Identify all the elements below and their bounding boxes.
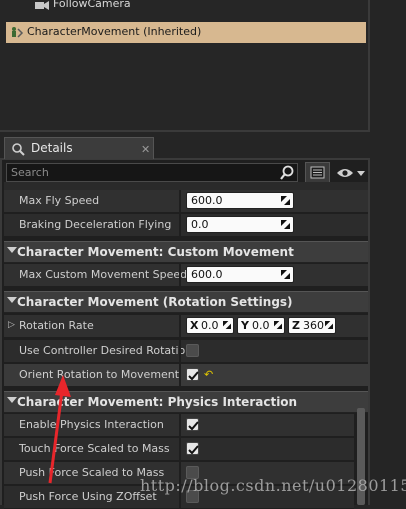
watermark: http://blog.csdn.net/u012801153 — [140, 476, 406, 495]
column-divider — [179, 214, 181, 236]
camera-icon — [34, 0, 50, 10]
details-icon — [11, 142, 25, 159]
expand-arrow-icon[interactable]: ▷ — [8, 320, 15, 330]
property-label: Use Controller Desired Rotation — [19, 344, 193, 357]
property-label: Push Force Using ZOffset — [19, 490, 157, 503]
drag-grip-icon[interactable] — [281, 220, 290, 229]
rotation-rate-z-field[interactable]: Z 360 — [288, 317, 336, 334]
axis-label: X — [190, 319, 199, 332]
column-divider — [179, 315, 181, 337]
search-box — [6, 163, 298, 182]
tab-label: Details — [31, 141, 73, 155]
drag-grip-icon[interactable] — [223, 321, 231, 329]
property-row-use-controller-desired-rotation: Use Controller Desired Rotation — [4, 340, 368, 363]
category-header-cut — [4, 182, 368, 190]
axis-label: Y — [241, 319, 249, 332]
component-label: CharacterMovement (Inherited) — [27, 25, 202, 38]
component-label: FollowCamera — [53, 0, 131, 10]
tab-details[interactable]: Details ✕ — [4, 137, 154, 159]
property-row-braking-deceleration-flying: Braking Deceleration Flying 0.0 — [4, 214, 368, 237]
max-fly-speed-field[interactable]: 600.0 — [186, 192, 294, 209]
visibility-filter-button[interactable] — [335, 164, 367, 182]
category-rotation-settings[interactable]: Character Movement (Rotation Settings) — [4, 291, 368, 313]
category-custom-movement[interactable]: Character Movement: Custom Movement — [4, 241, 368, 263]
field-value: 0.0 — [201, 319, 219, 332]
orient-rotation-to-movement-checkbox[interactable] — [186, 368, 199, 381]
field-value: 360 — [303, 319, 324, 332]
character-movement-icon — [8, 26, 24, 38]
property-label: Max Fly Speed — [19, 194, 100, 207]
search-input[interactable] — [11, 165, 271, 180]
rotation-rate-x-field[interactable]: X 0.0 — [186, 317, 234, 334]
component-character-movement[interactable]: CharacterMovement (Inherited) — [6, 22, 366, 43]
check-icon — [188, 445, 199, 455]
property-label: Max Custom Movement Speed — [19, 268, 188, 281]
rotation-rate-y-field[interactable]: Y 0.0 — [237, 317, 285, 334]
collapse-arrow-icon[interactable] — [7, 247, 17, 253]
view-options-button[interactable] — [305, 162, 330, 183]
field-value: 0.0 — [191, 218, 209, 231]
column-divider — [179, 438, 181, 460]
property-row-max-custom-movement-speed: Max Custom Movement Speed 600.0 — [4, 264, 368, 287]
drag-grip-icon[interactable] — [281, 270, 290, 279]
drag-grip-icon[interactable] — [274, 321, 282, 329]
drag-grip-icon[interactable] — [281, 196, 290, 205]
field-value: 600.0 — [191, 268, 223, 281]
property-label: Braking Deceleration Flying — [19, 218, 172, 231]
column-divider — [179, 414, 181, 436]
component-follow-camera[interactable]: FollowCamera — [34, 0, 131, 14]
check-icon — [188, 421, 199, 431]
enable-physics-interaction-checkbox[interactable] — [186, 418, 199, 431]
touch-force-scaled-to-mass-checkbox[interactable] — [186, 442, 199, 455]
category-title: Character Movement (Rotation Settings) — [17, 295, 293, 309]
annotation-arrow-icon — [48, 375, 71, 484]
collapse-arrow-icon[interactable] — [7, 297, 17, 303]
column-divider — [179, 264, 181, 286]
close-icon[interactable]: ✕ — [141, 143, 150, 156]
column-divider — [179, 340, 181, 362]
check-icon — [188, 371, 199, 381]
property-label: Rotation Rate — [19, 319, 94, 332]
property-row-max-fly-speed: Max Fly Speed 600.0 — [4, 190, 368, 213]
column-divider — [179, 364, 181, 386]
max-custom-movement-speed-field[interactable]: 600.0 — [186, 266, 294, 283]
use-controller-desired-rotation-checkbox[interactable] — [186, 344, 199, 357]
reset-to-default-icon[interactable]: ↶ — [204, 368, 213, 381]
column-divider — [179, 190, 181, 212]
collapse-arrow-icon[interactable] — [7, 397, 17, 403]
drag-grip-icon[interactable] — [325, 321, 333, 329]
field-value: 0.0 — [252, 319, 270, 332]
search-icon[interactable] — [279, 165, 295, 181]
category-title: Character Movement: Custom Movement — [17, 245, 294, 259]
property-row-rotation-rate: ▷ Rotation Rate X 0.0 Y 0.0 Z 360 — [4, 315, 368, 338]
list-view-icon — [310, 166, 325, 179]
axis-label: Z — [292, 319, 300, 332]
eye-icon — [337, 169, 365, 177]
components-panel: FollowCamera CharacterMovement (Inherite… — [0, 0, 370, 132]
braking-deceleration-flying-field[interactable]: 0.0 — [186, 216, 294, 233]
field-value: 600.0 — [191, 194, 223, 207]
